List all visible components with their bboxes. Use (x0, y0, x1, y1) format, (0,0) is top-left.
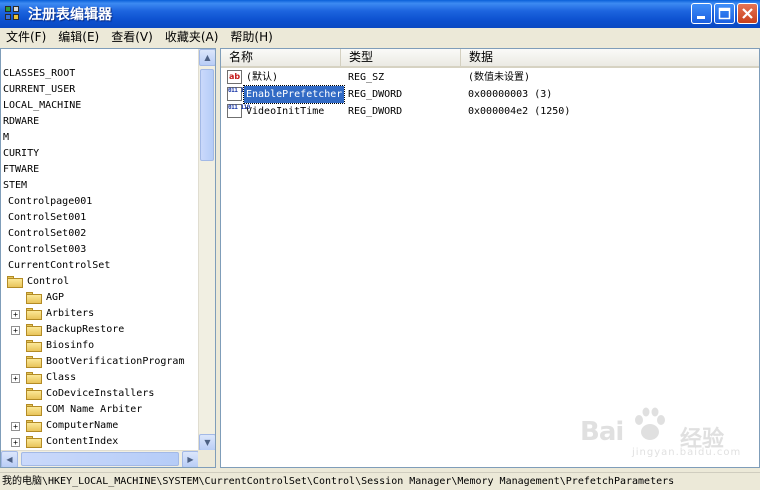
tree-item-class[interactable]: + Class (1, 370, 199, 386)
folder-icon (26, 420, 43, 432)
string-value-icon: ab (227, 70, 242, 84)
folder-icon (26, 356, 43, 368)
paw-logo-icon (635, 407, 665, 440)
value-row-enableprefetcher[interactable]: 011 110 EnablePrefetcher REG_DWORD 0x000… (221, 85, 759, 104)
folder-icon (26, 388, 43, 400)
menu-edit[interactable]: 编辑(E) (52, 28, 105, 47)
tree-item-controlset003[interactable]: ControlSet003 (8, 242, 86, 258)
tree-item-biosinfo[interactable]: Biosinfo (1, 338, 199, 354)
tree-item-contentindex[interactable]: + ContentIndex (1, 434, 199, 450)
value-type: REG_DWORD (348, 106, 403, 117)
menu-view[interactable]: 查看(V) (105, 28, 159, 47)
baidu-watermark: Bai 经验 jingyan.baidu.com (580, 405, 750, 460)
expand-icon[interactable]: + (11, 422, 20, 431)
expand-icon[interactable]: + (11, 438, 20, 447)
scroll-left-button[interactable]: ◀ (1, 451, 18, 467)
horizontal-scroll-thumb[interactable] (21, 452, 179, 466)
expand-icon[interactable]: + (11, 326, 20, 335)
maximize-button[interactable] (714, 3, 735, 24)
open-folder-icon (7, 276, 24, 288)
tree-item-arbiters[interactable]: + Arbiters (1, 306, 199, 322)
column-header-type[interactable]: 类型 (341, 49, 461, 66)
tree-horizontal-scrollbar[interactable]: ◀ ▶ (1, 450, 199, 467)
value-data: 0x000004e2 (1250) (468, 106, 571, 117)
tree-item-system[interactable]: STEM (3, 178, 27, 194)
value-row-default[interactable]: ab (默认) REG_SZ (数值未设置) (221, 69, 759, 86)
list-header: 名称 类型 数据 (221, 49, 759, 68)
value-name: VideoInitTime (246, 106, 325, 117)
dword-value-icon: 011 110 (227, 104, 250, 118)
tree-item-agp[interactable]: AGP (1, 290, 199, 306)
folder-icon (26, 308, 43, 320)
value-data: (数值未设置) (468, 72, 531, 83)
tree-item-com-name-arbiter[interactable]: COM Name Arbiter (1, 402, 199, 418)
tree-item-sam[interactable]: M (3, 130, 9, 146)
dword-value-icon: 011 110 (227, 87, 250, 101)
scroll-right-button[interactable]: ▶ (182, 451, 199, 467)
watermark-url: jingyan.baidu.com (632, 447, 742, 458)
value-row-videoinittime[interactable]: 011 110 VideoInitTime REG_DWORD 0x000004… (221, 103, 759, 120)
folder-icon (26, 436, 43, 448)
window-title: 注册表编辑器 (28, 7, 112, 23)
registry-tree: CLASSES_ROOT CURRENT_USER LOCAL_MACHINE … (1, 49, 199, 451)
tree-item-controlset001[interactable]: ControlSet001 (8, 210, 86, 226)
minimize-icon (697, 16, 705, 19)
vertical-scroll-thumb[interactable] (200, 69, 214, 161)
scrollbar-corner (198, 450, 215, 467)
registry-tree-pane[interactable]: CLASSES_ROOT CURRENT_USER LOCAL_MACHINE … (0, 48, 216, 468)
tree-item-security[interactable]: CURITY (3, 146, 39, 162)
close-button[interactable] (737, 3, 758, 24)
tree-item-local-machine[interactable]: LOCAL_MACHINE (3, 98, 81, 114)
expand-icon[interactable]: + (11, 310, 20, 319)
menu-file[interactable]: 文件(F) (0, 28, 52, 47)
value-name: (默认) (246, 72, 279, 83)
title-bar[interactable]: 注册表编辑器 (0, 0, 760, 28)
value-data: 0x00000003 (3) (468, 89, 553, 100)
tree-item-bootverificationprogram[interactable]: BootVerificationProgram (1, 354, 199, 370)
expand-icon[interactable]: + (11, 374, 20, 383)
column-header-data[interactable]: 数据 (461, 49, 759, 66)
tree-item-control[interactable]: Control (1, 274, 199, 290)
close-icon (742, 8, 753, 19)
status-path: 我的电脑\HKEY_LOCAL_MACHINE\SYSTEM\CurrentCo… (2, 476, 675, 487)
tree-item-hardware[interactable]: RDWARE (3, 114, 39, 130)
folder-icon (26, 404, 43, 416)
tree-vertical-scrollbar[interactable]: ▲ ▼ (198, 49, 215, 451)
menu-bar: 文件(F) 编辑(E) 查看(V) 收藏夹(A) 帮助(H) (0, 28, 760, 47)
tree-item-codeviceinstallers[interactable]: CoDeviceInstallers (1, 386, 199, 402)
watermark-brand: Bai (580, 417, 624, 447)
tree-item-software[interactable]: FTWARE (3, 162, 39, 178)
folder-icon (26, 292, 43, 304)
tree-item-classes-root[interactable]: CLASSES_ROOT (3, 66, 75, 82)
menu-help[interactable]: 帮助(H) (224, 28, 278, 47)
tree-item-computername[interactable]: + ComputerName (1, 418, 199, 434)
folder-icon (26, 324, 43, 336)
value-type: REG_SZ (348, 72, 385, 83)
minimize-button[interactable] (691, 3, 712, 24)
scroll-down-button[interactable]: ▼ (199, 434, 215, 451)
tree-item-currentcontrolset[interactable]: CurrentControlSet (8, 258, 110, 274)
menu-favorites[interactable]: 收藏夹(A) (159, 28, 225, 47)
tree-item-controlset002[interactable]: ControlSet002 (8, 226, 86, 242)
tree-item-controlpage001[interactable]: Controlpage001 (8, 194, 92, 210)
value-name: EnablePrefetcher (242, 85, 346, 104)
tree-item-backuprestore[interactable]: + BackupRestore (1, 322, 199, 338)
maximize-icon (718, 7, 731, 20)
tree-item-current-user[interactable]: CURRENT_USER (3, 82, 75, 98)
scroll-up-button[interactable]: ▲ (199, 49, 215, 66)
folder-icon (26, 372, 43, 384)
folder-icon (26, 340, 43, 352)
column-header-name[interactable]: 名称 (221, 49, 341, 66)
status-bar: 我的电脑\HKEY_LOCAL_MACHINE\SYSTEM\CurrentCo… (0, 472, 760, 490)
registry-editor-icon (4, 5, 22, 23)
value-type: REG_DWORD (348, 89, 403, 100)
